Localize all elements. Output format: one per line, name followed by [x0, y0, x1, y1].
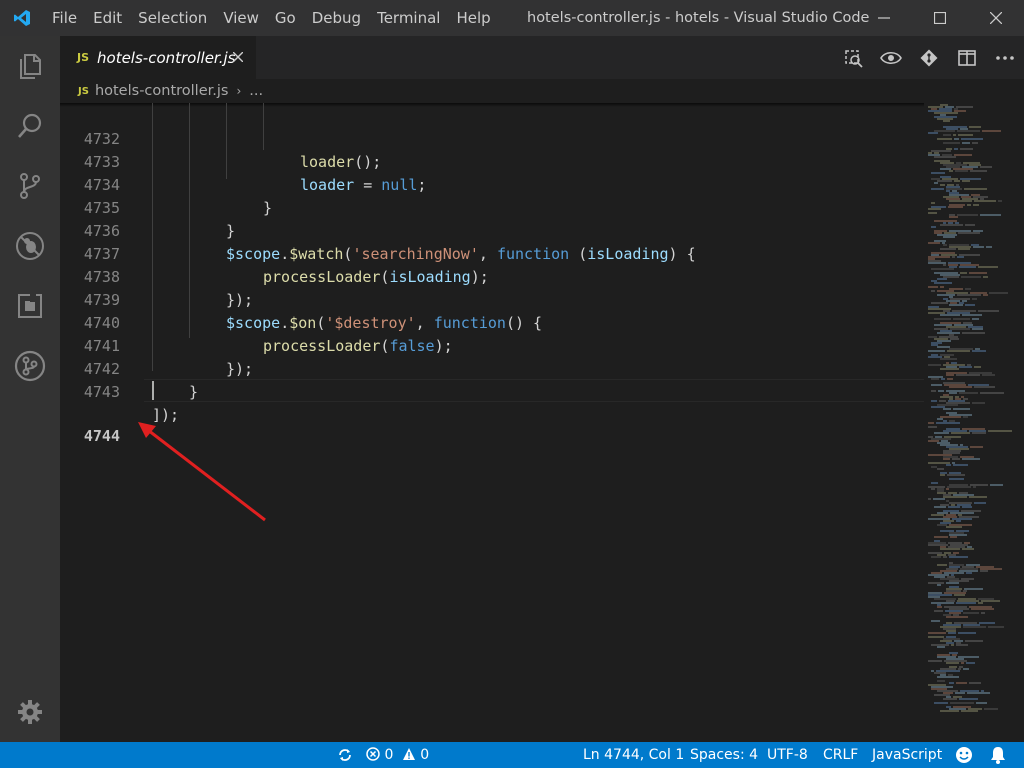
git-actions-button[interactable] [910, 36, 948, 79]
problems-button[interactable]: 0 0 [366, 742, 429, 768]
breadcrumb: JS hotels-controller.js › ... [60, 79, 1024, 103]
menu-bar: File Edit Selection View Go Debug Termin… [44, 0, 499, 36]
code-line: 4734 } [60, 151, 924, 217]
code-line: 4732 loader(); [60, 105, 924, 171]
menu-go[interactable]: Go [267, 0, 304, 36]
code-line: 4733 loader = null; [60, 128, 924, 194]
minimize-icon [878, 17, 890, 19]
chevron-right-icon: › [236, 84, 242, 98]
code-line: 4742 } [60, 335, 924, 401]
window-title: hotels-controller.js - hotels - Visual S… [527, 10, 870, 26]
js-file-icon: JS [77, 51, 90, 64]
title-bar: File Edit Selection View Go Debug Termin… [0, 0, 1024, 36]
maximize-icon [934, 12, 946, 24]
editor-actions [834, 36, 1024, 79]
explorer-icon[interactable] [0, 36, 60, 96]
minimize-button[interactable] [856, 0, 912, 36]
feedback-smiley-icon[interactable] [955, 742, 973, 768]
toggle-blame-button[interactable] [872, 36, 910, 79]
minimap-content [928, 104, 1012, 712]
menu-help[interactable]: Help [448, 0, 498, 36]
status-bar: 0 0 Ln 4744, Col 1 Spaces: 4 UTF-8 CRLF … [0, 742, 1024, 768]
code-line: 4739 $scope.$on('$destroy', function() { [60, 266, 924, 332]
close-tab-button[interactable] [230, 49, 246, 65]
menu-selection[interactable]: Selection [130, 0, 215, 36]
tabs-bar: JS hotels-controller.js [60, 36, 1024, 79]
split-editor-button[interactable] [948, 36, 986, 79]
code-line: 4736 $scope.$watch('searchingNow', funct… [60, 197, 924, 263]
eye-icon [880, 51, 902, 64]
git-diamond-icon [920, 49, 938, 66]
eol-setting[interactable]: CRLF [823, 742, 858, 768]
line-number: 4744 [83, 427, 120, 445]
menu-terminal[interactable]: Terminal [369, 0, 448, 36]
breadcrumb-symbol[interactable]: ... [249, 83, 263, 99]
activity-bar [0, 36, 60, 742]
warning-icon [402, 748, 415, 760]
code-line: 4743 ]); [60, 358, 924, 424]
code-editor[interactable]: 4732 loader(); 4733 loader = null; 4734 … [60, 103, 1024, 742]
window-controls [856, 0, 1024, 36]
js-file-icon: JS [78, 85, 89, 97]
code-line-active: 4744 [60, 379, 924, 445]
close-icon [233, 52, 243, 62]
search-icon[interactable] [0, 96, 60, 156]
breadcrumb-file[interactable]: hotels-controller.js [95, 83, 229, 99]
minimap[interactable] [924, 103, 1024, 742]
code-line: 4737 processLoader(isLoading); [60, 220, 924, 286]
search-compare-icon [845, 49, 863, 68]
close-window-button[interactable] [968, 0, 1024, 36]
warning-count: 0 [420, 747, 430, 763]
extensions-icon[interactable] [0, 276, 60, 336]
language-mode[interactable]: JavaScript [872, 742, 942, 768]
code-line: 4735 } [60, 174, 924, 240]
encoding-setting[interactable]: UTF-8 [767, 742, 808, 768]
current-line-highlight [144, 379, 924, 402]
debug-icon[interactable] [0, 216, 60, 276]
maximize-button[interactable] [912, 0, 968, 36]
code-line: 4741 }); [60, 312, 924, 378]
notifications-bell-icon[interactable] [990, 742, 1006, 768]
code-line: 4738 }); [60, 243, 924, 309]
tab-label: hotels-controller.js [97, 48, 236, 67]
menu-file[interactable]: File [44, 0, 85, 36]
annotation-arrow-icon [138, 422, 266, 522]
menu-edit[interactable]: Edit [85, 0, 130, 36]
menu-view[interactable]: View [215, 0, 267, 36]
sync-icon[interactable] [338, 742, 352, 768]
error-icon [366, 747, 380, 761]
split-editor-icon [958, 49, 976, 66]
ellipsis-icon [996, 55, 1014, 60]
close-icon [990, 12, 1002, 24]
settings-gear-icon[interactable] [0, 682, 60, 742]
error-count: 0 [384, 747, 394, 763]
indentation-setting[interactable]: Spaces: 4 [690, 742, 758, 768]
menu-debug[interactable]: Debug [304, 0, 369, 36]
cursor-position[interactable]: Ln 4744, Col 1 [583, 742, 684, 768]
code-line: 4740 processLoader(false); [60, 289, 924, 355]
open-changes-button[interactable] [834, 36, 872, 79]
gitlens-icon[interactable] [0, 336, 60, 396]
text-cursor [152, 381, 154, 400]
vscode-logo-icon [0, 0, 44, 36]
more-actions-button[interactable] [986, 36, 1024, 79]
tab-hotels-controller[interactable]: JS hotels-controller.js [60, 36, 256, 79]
source-control-icon[interactable] [0, 156, 60, 216]
